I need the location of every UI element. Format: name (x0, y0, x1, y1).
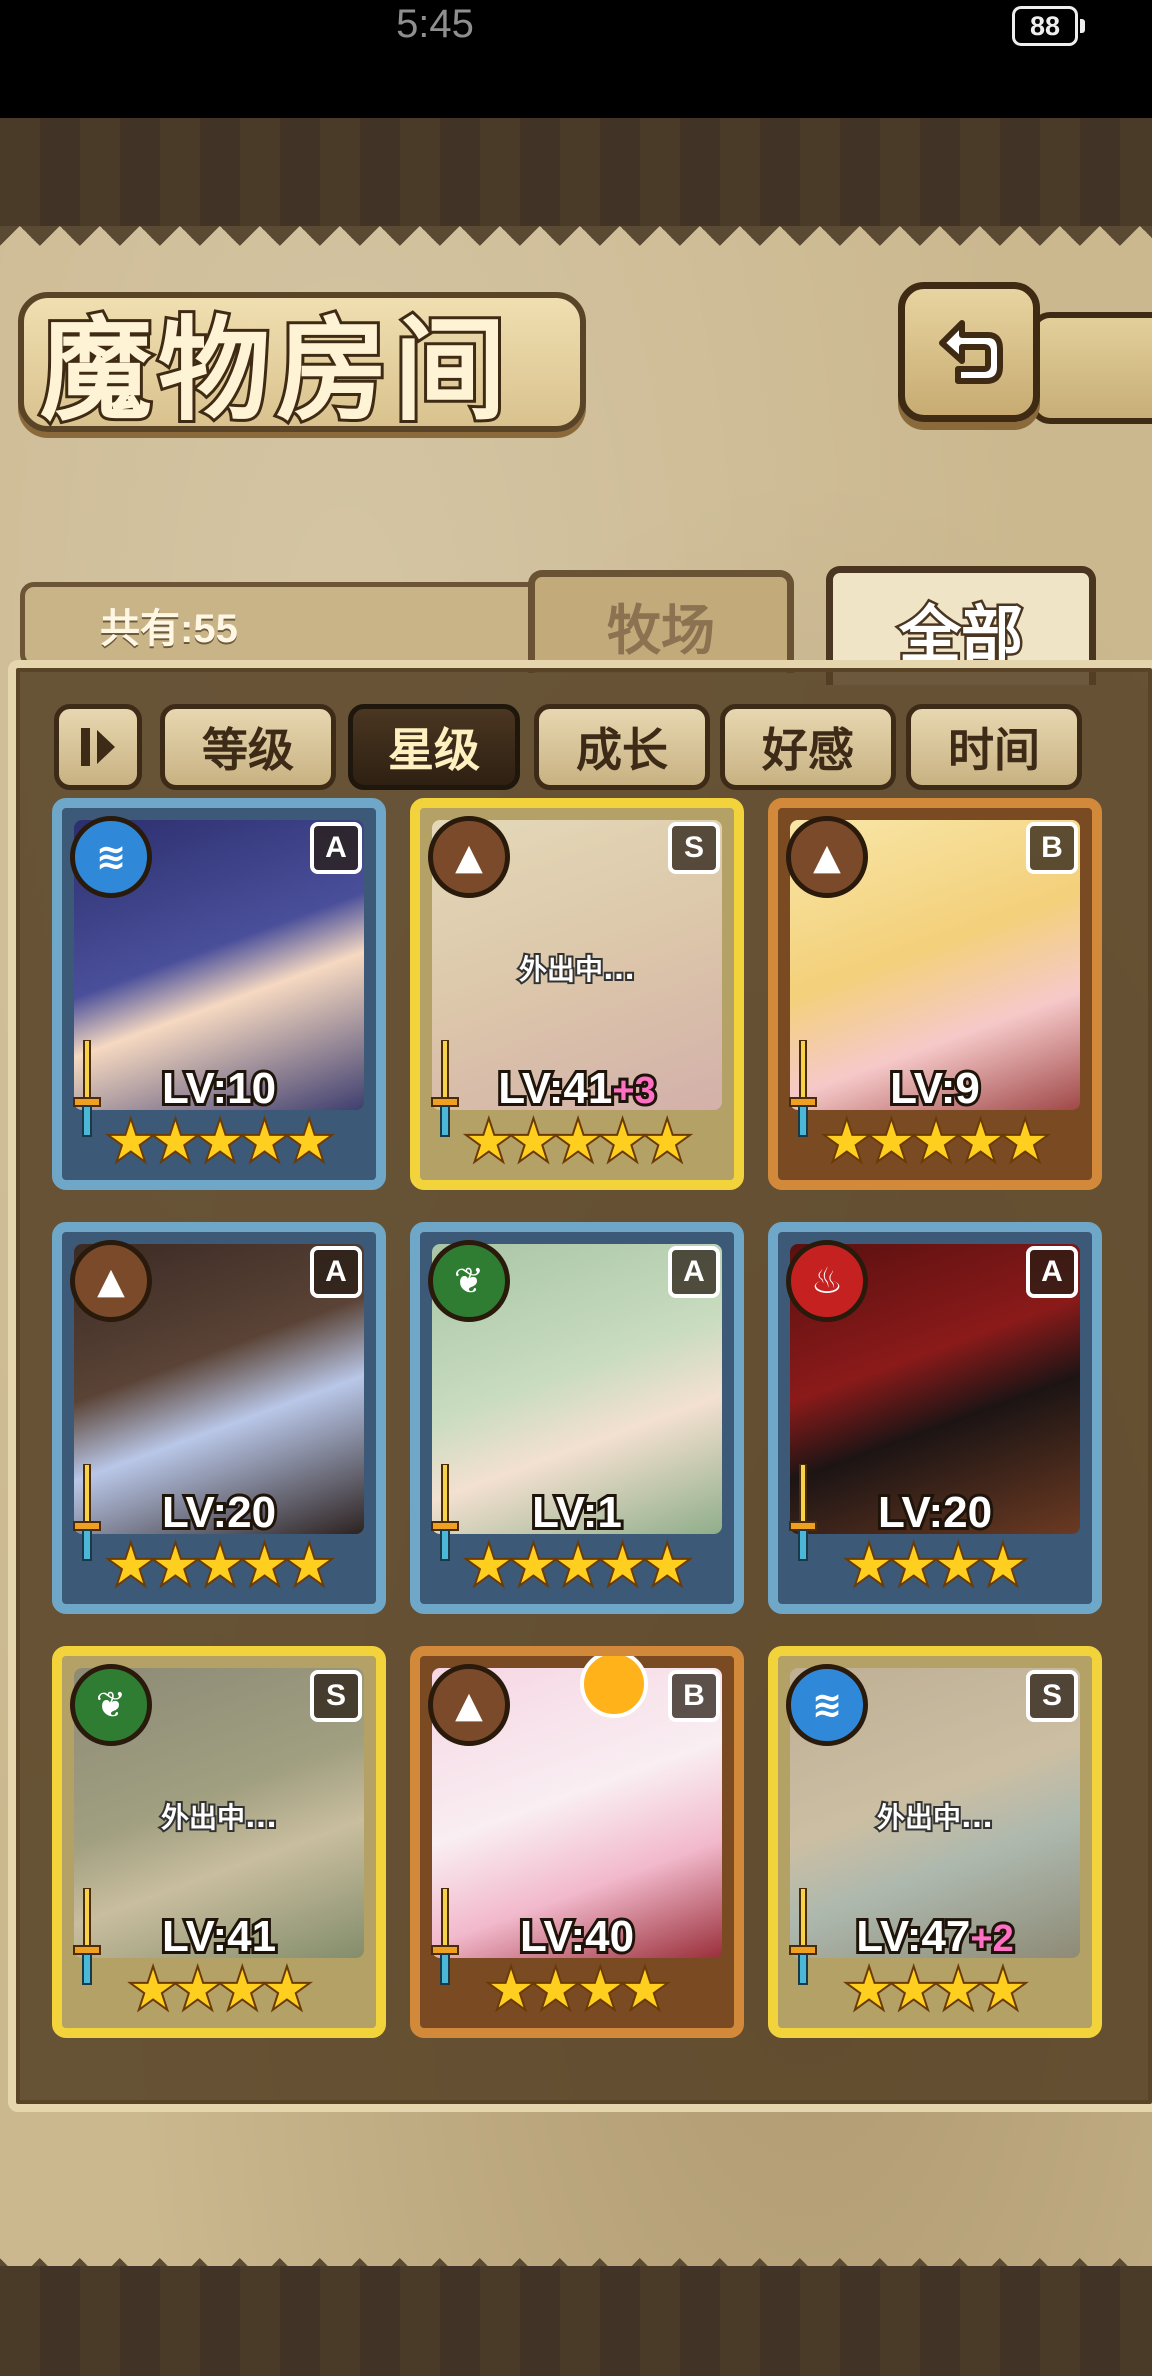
rank-badge: A (668, 1246, 720, 1298)
level-value: LV:1 (529, 1485, 625, 1540)
level-value: LV:9 (887, 1061, 983, 1116)
nature-icon: ❦ (70, 1664, 152, 1746)
monster-card[interactable]: ▲ B LV:40 ★★★★ (410, 1646, 744, 2038)
rank-badge: A (1026, 1246, 1078, 1298)
level-label: LV:1 (420, 1485, 734, 1540)
star-rating: ★★★★★ (463, 1534, 692, 1598)
level-value: LV:20 (875, 1485, 995, 1540)
wood-border-top (0, 118, 1152, 228)
return-arrow-icon (939, 320, 1003, 384)
rank-badge: B (1026, 822, 1078, 874)
back-bar (1030, 312, 1152, 424)
status-bar: 5:45 88 (0, 0, 1152, 118)
level-value: LV:20 (159, 1485, 279, 1540)
rank-badge: A (310, 1246, 362, 1298)
level-value: LV:40 (517, 1909, 637, 1964)
rank-badge: S (310, 1670, 362, 1722)
level-label: LV:47+2 (778, 1909, 1092, 1964)
level-label: LV:41 (62, 1909, 376, 1964)
level-bonus: +3 (609, 1067, 658, 1115)
orange-slice-icon (580, 1656, 648, 1718)
star-rating: ★★★★★ (105, 1110, 334, 1174)
star-rating: ★★★★ (128, 1958, 312, 2022)
clock: 5:45 (396, 2, 474, 46)
level-label: LV:41+3 (420, 1061, 734, 1116)
page-title: 魔物房间 (37, 302, 512, 439)
tab-farm[interactable]: 牧场 (528, 570, 794, 673)
earth-icon: ▲ (428, 1664, 510, 1746)
level-bonus: +2 (967, 1915, 1016, 1963)
wood-border-bottom (0, 2266, 1152, 2376)
star-rating: ★★★★★ (821, 1110, 1050, 1174)
star-rating: ★★★★ (486, 1958, 670, 2022)
filter-stars[interactable]: 星级 (348, 704, 520, 790)
back-button[interactable] (898, 282, 1040, 422)
level-label: LV:40 (420, 1909, 734, 1964)
monster-card[interactable]: ≋ S 外出中... LV:47+2 ★★★★ (768, 1646, 1102, 2038)
level-value: LV:41 (159, 1909, 279, 1964)
fire-icon: ♨ (786, 1240, 868, 1322)
level-label: LV:20 (62, 1485, 376, 1540)
water-icon: ≋ (70, 816, 152, 898)
monster-count: 共有:55 (100, 607, 238, 651)
monster-card[interactable]: ▲ S 外出中... LV:41+3 ★★★★★ (410, 798, 744, 1190)
level-label: LV:20 (778, 1485, 1092, 1540)
earth-icon: ▲ (428, 816, 510, 898)
nature-icon: ❦ (428, 1240, 510, 1322)
monster-card[interactable]: ▲ A LV:20 ★★★★★ (52, 1222, 386, 1614)
star-rating: ★★★★ (844, 1534, 1028, 1598)
sort-order-button[interactable] (54, 704, 142, 790)
star-rating: ★★★★★ (105, 1534, 334, 1598)
level-value: LV:10 (159, 1061, 279, 1116)
star-rating: ★★★★ (844, 1958, 1028, 2022)
rank-badge: S (668, 822, 720, 874)
away-status: 外出中... (517, 951, 637, 988)
filter-growth[interactable]: 成长 (534, 704, 710, 790)
zigzag-edge-top (0, 226, 1152, 266)
rank-badge: S (1026, 1670, 1078, 1722)
sort-toggle-icon (81, 728, 115, 766)
monster-card[interactable]: ♨ A LV:20 ★★★★ (768, 1222, 1102, 1614)
monster-card[interactable]: ❦ S 外出中... LV:41 ★★★★ (52, 1646, 386, 2038)
level-label: LV:9 (778, 1061, 1092, 1116)
away-status: 外出中... (159, 1799, 279, 1836)
earth-icon: ▲ (70, 1240, 152, 1322)
monster-card[interactable]: ≋ A LV:10 ★★★★★ (52, 798, 386, 1190)
filter-time[interactable]: 时间 (906, 704, 1082, 790)
level-value: LV:47 (853, 1909, 973, 1964)
earth-icon: ▲ (786, 816, 868, 898)
level-value: LV:41 (495, 1061, 615, 1116)
away-status: 外出中... (875, 1799, 995, 1836)
rank-badge: B (668, 1670, 720, 1722)
rank-badge: A (310, 822, 362, 874)
star-rating: ★★★★★ (463, 1110, 692, 1174)
water-icon: ≋ (786, 1664, 868, 1746)
monster-card[interactable]: ❦ A LV:1 ★★★★★ (410, 1222, 744, 1614)
filter-level[interactable]: 等级 (160, 704, 336, 790)
level-label: LV:10 (62, 1061, 376, 1116)
monster-card[interactable]: ▲ B LV:9 ★★★★★ (768, 798, 1102, 1190)
filter-affection[interactable]: 好感 (720, 704, 896, 790)
battery-icon: 88 (1012, 6, 1085, 46)
